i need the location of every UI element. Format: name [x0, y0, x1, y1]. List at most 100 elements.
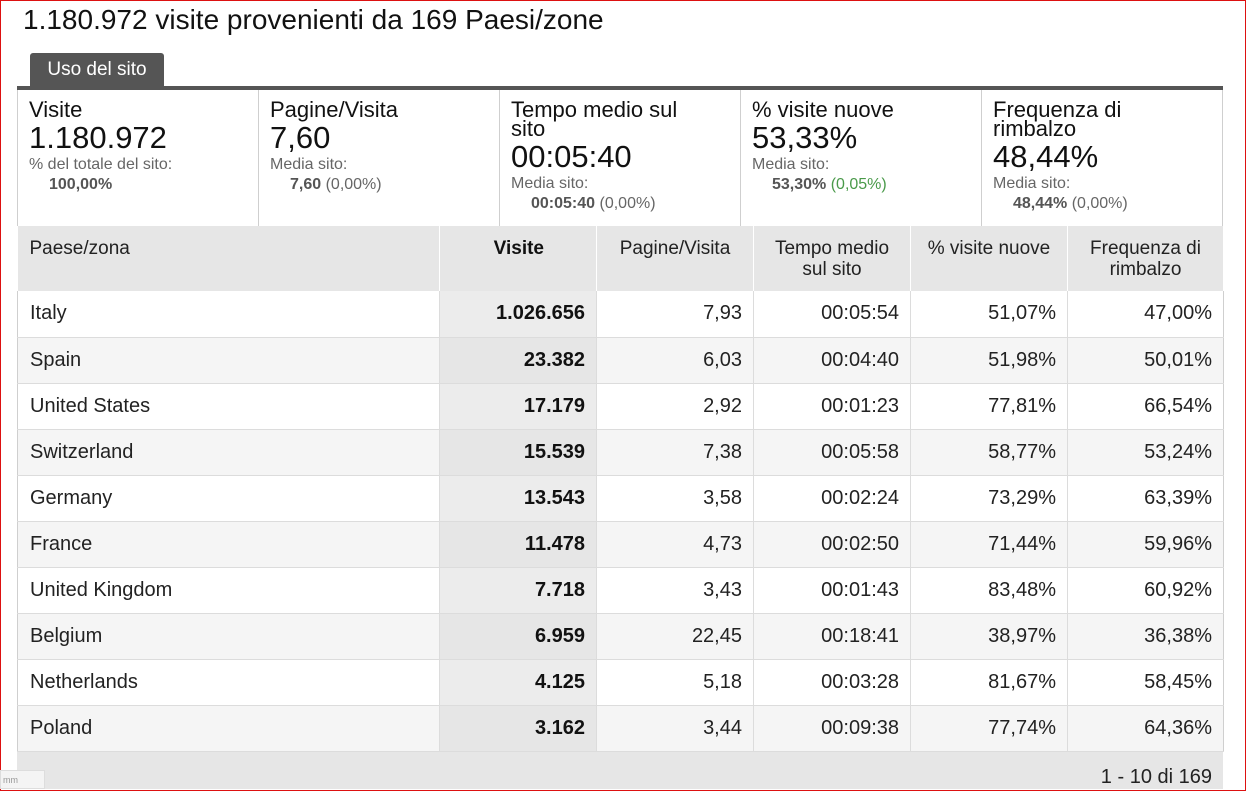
- metric-pages-per-visit[interactable]: Pagine/Visita 7,60 Media sito: 7,60 (0,0…: [259, 90, 500, 226]
- metric-new-visits[interactable]: % visite nuove 53,33% Media sito: 53,30%…: [741, 90, 982, 226]
- metric-sub-value: 00:05:40 (0,00%): [511, 194, 740, 214]
- metric-site-avg: 48,44%: [1013, 195, 1068, 212]
- metric-value: 7,60: [270, 120, 331, 155]
- table-cell: 81,67%: [910, 659, 1068, 706]
- table-cell: 36,38%: [1067, 613, 1224, 660]
- table-cell: 00:02:50: [753, 521, 911, 568]
- metric-label: Frequenza di rimbalzo: [993, 97, 1122, 141]
- table-cell: 77,74%: [910, 705, 1068, 752]
- table-cell: 2,92: [596, 383, 754, 430]
- table-cell: 4,73: [596, 521, 754, 568]
- metric-bounce-rate[interactable]: Frequenza di rimbalzo 48,44% Media sito:…: [982, 90, 1222, 226]
- table-row: Poland 3.162 3,44 00:09:38 77,74% 64,36%: [17, 705, 1224, 752]
- metric-value: 1.180.972: [29, 120, 167, 155]
- table-cell: 22,45: [596, 613, 754, 660]
- metric-sub-label: Media sito:: [270, 156, 348, 173]
- header-new-visits[interactable]: % visite nuove: [910, 226, 1068, 291]
- country-link[interactable]: Netherlands: [17, 659, 440, 706]
- table-cell: 4.125: [439, 659, 597, 706]
- metric-sub-label: Media sito:: [752, 156, 830, 173]
- table-cell: 00:01:43: [753, 567, 911, 614]
- table-cell: 15.539: [439, 429, 597, 476]
- pagination-info: 1 - 10 di 169: [17, 752, 1223, 789]
- metric-value: 53,33%: [752, 120, 858, 155]
- corner-box: mm: [0, 770, 45, 789]
- table-row: France 11.478 4,73 00:02:50 71,44% 59,96%: [17, 521, 1224, 568]
- table-row: Germany 13.543 3,58 00:02:24 73,29% 63,39%: [17, 475, 1224, 522]
- table-cell: 13.543: [439, 475, 597, 522]
- country-link[interactable]: Belgium: [17, 613, 440, 660]
- metric-label: % visite nuove: [752, 97, 894, 122]
- tab-site-usage[interactable]: Uso del sito: [30, 53, 164, 86]
- metric-label: Pagine/Visita: [270, 97, 399, 122]
- metric-site-avg: 100,00%: [49, 176, 113, 193]
- header-avg-time[interactable]: Tempo medio sul sito: [753, 226, 911, 291]
- table-header-row: Paese/zona Visite Pagine/Visita Tempo me…: [17, 226, 1224, 291]
- table-row: Spain 23.382 6,03 00:04:40 51,98% 50,01%: [17, 337, 1224, 384]
- metric-label: Visite: [29, 97, 83, 122]
- country-link[interactable]: United States: [17, 383, 440, 430]
- table-cell: 6,03: [596, 337, 754, 384]
- table-cell: 58,77%: [910, 429, 1068, 476]
- table-cell: 50,01%: [1067, 337, 1224, 384]
- metric-sub-value: 7,60 (0,00%): [270, 175, 499, 195]
- metric-site-avg: 7,60: [290, 176, 322, 193]
- table-cell: 11.478: [439, 521, 597, 568]
- country-link[interactable]: Germany: [17, 475, 440, 522]
- metric-site-avg: 53,30%: [772, 176, 827, 193]
- metric-sub-value: 53,30% (0,05%): [752, 175, 981, 195]
- metric-sub-value: 48,44% (0,00%): [993, 194, 1222, 214]
- country-table: Paese/zona Visite Pagine/Visita Tempo me…: [17, 226, 1224, 752]
- table-cell: 83,48%: [910, 567, 1068, 614]
- header-country[interactable]: Paese/zona: [17, 226, 440, 291]
- table-cell: 00:05:58: [753, 429, 911, 476]
- country-link[interactable]: Spain: [17, 337, 440, 384]
- metric-label: Tempo medio sul sito: [511, 97, 678, 141]
- metric-sub-label: Media sito:: [993, 175, 1071, 192]
- metric-site-avg: 00:05:40: [531, 195, 596, 212]
- table-cell: 3,58: [596, 475, 754, 522]
- table-cell: 66,54%: [1067, 383, 1224, 430]
- metric-visits[interactable]: Visite 1.180.972 % del totale del sito: …: [18, 90, 259, 226]
- table-cell: 00:04:40: [753, 337, 911, 384]
- table-cell: 7.718: [439, 567, 597, 614]
- table-cell: 51,98%: [910, 337, 1068, 384]
- metric-avg-time[interactable]: Tempo medio sul sito 00:05:40 Media sito…: [500, 90, 741, 226]
- table-cell: 3,43: [596, 567, 754, 614]
- metric-value: 00:05:40: [511, 139, 632, 174]
- table-row: United Kingdom 7.718 3,43 00:01:43 83,48% 60,…: [17, 567, 1224, 614]
- table-cell: 17.179: [439, 383, 597, 430]
- metric-change: (0,00%): [595, 195, 656, 212]
- table-cell: 77,81%: [910, 383, 1068, 430]
- table-cell: 47,00%: [1067, 291, 1224, 338]
- page-title: 1.180.972 visite provenienti da 169 Paes…: [23, 4, 604, 35]
- table-cell: 7,38: [596, 429, 754, 476]
- table-row: Italy 1.026.656 7,93 00:05:54 51,07% 47,00%: [17, 291, 1224, 338]
- table-cell: 00:02:24: [753, 475, 911, 522]
- metric-sub-value: 100,00%: [29, 175, 258, 195]
- table-cell: 63,39%: [1067, 475, 1224, 522]
- table-cell: 7,93: [596, 291, 754, 338]
- country-link[interactable]: Poland: [17, 705, 440, 752]
- table-cell: 00:05:54: [753, 291, 911, 338]
- table-cell: 58,45%: [1067, 659, 1224, 706]
- table-cell: 60,92%: [1067, 567, 1224, 614]
- country-link[interactable]: Italy: [17, 291, 440, 338]
- summary-metrics: Visite 1.180.972 % del totale del sito: …: [17, 90, 1223, 226]
- country-link[interactable]: United Kingdom: [17, 567, 440, 614]
- country-link[interactable]: Switzerland: [17, 429, 440, 476]
- header-pages-per-visit[interactable]: Pagine/Visita: [596, 226, 754, 291]
- metric-change: (0,00%): [1067, 195, 1128, 212]
- table-cell: 51,07%: [910, 291, 1068, 338]
- metric-change: (0,05%): [826, 176, 887, 193]
- header-visits[interactable]: Visite: [439, 226, 597, 291]
- table-cell: 23.382: [439, 337, 597, 384]
- table-cell: 00:03:28: [753, 659, 911, 706]
- header-bounce-rate[interactable]: Frequenza di rimbalzo: [1067, 226, 1224, 291]
- table-cell: 71,44%: [910, 521, 1068, 568]
- table-row: Netherlands 4.125 5,18 00:03:28 81,67% 58,45%: [17, 659, 1224, 706]
- table-cell: 73,29%: [910, 475, 1068, 522]
- country-link[interactable]: France: [17, 521, 440, 568]
- metric-change: (0,00%): [321, 176, 382, 193]
- table-row: Switzerland 15.539 7,38 00:05:58 58,77% 53,24…: [17, 429, 1224, 476]
